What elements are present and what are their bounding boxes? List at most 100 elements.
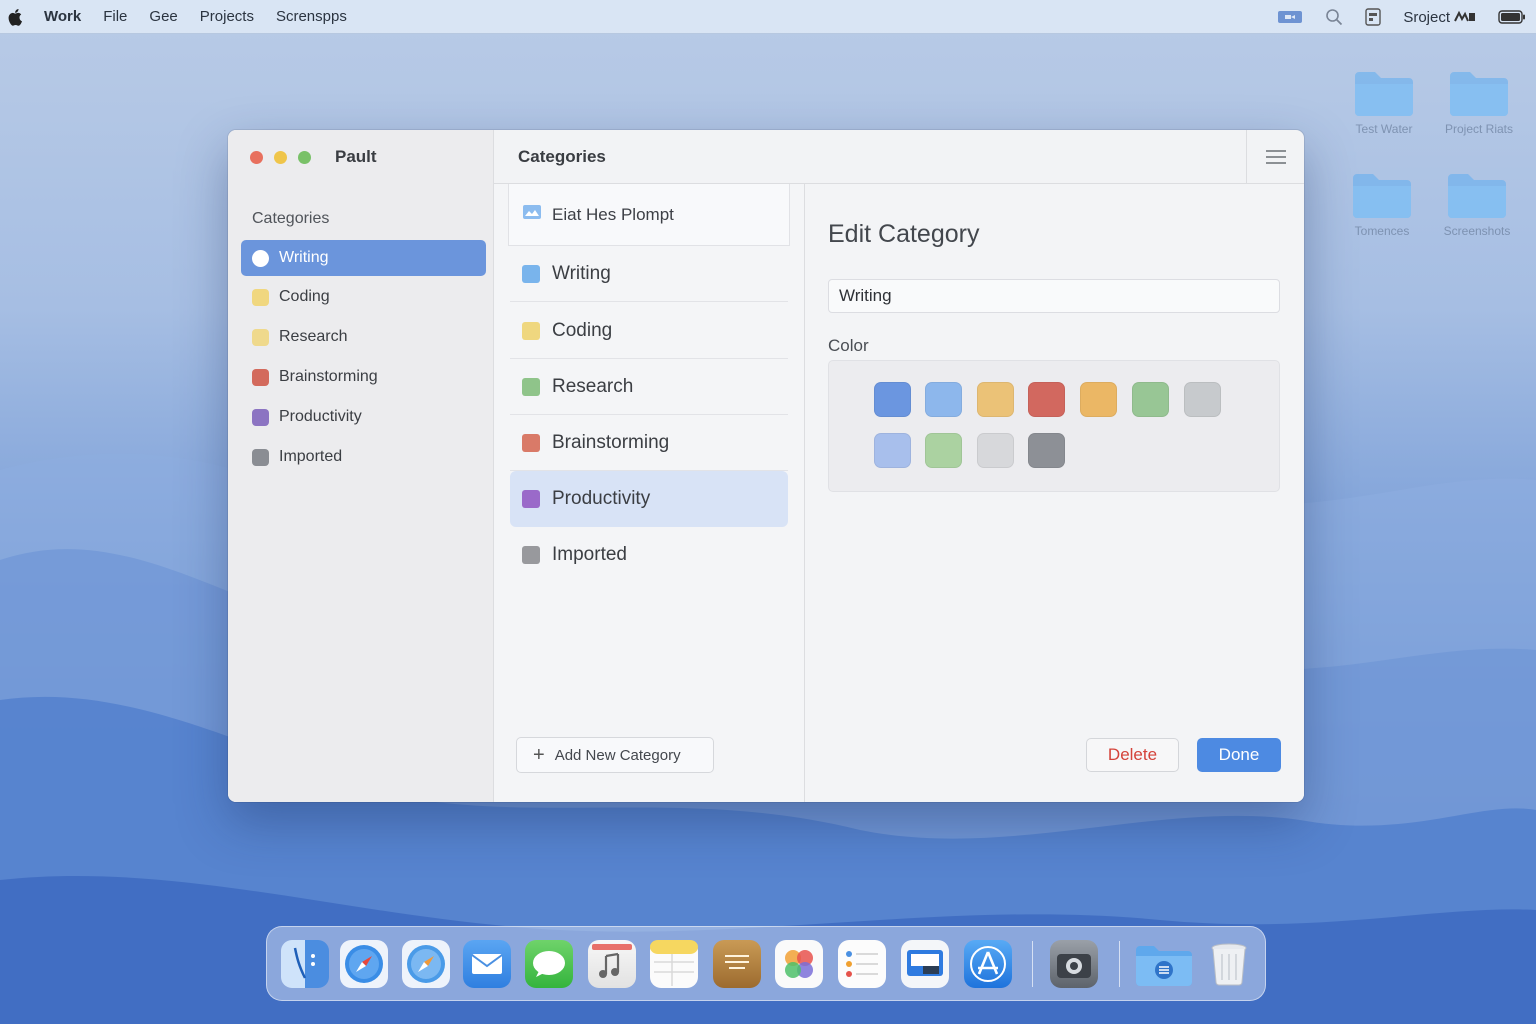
desktop-folder-label: Project Riats (1444, 122, 1514, 136)
desktop-folder-label: Screenshots (1443, 224, 1511, 238)
safari-icon[interactable] (340, 940, 388, 988)
add-button-label: Add New Category (554, 746, 681, 764)
sidebar-item-research[interactable]: Research (241, 319, 486, 355)
downloads-folder-icon[interactable] (1134, 940, 1192, 988)
trash-icon[interactable] (1205, 940, 1253, 988)
list-item-productivity[interactable]: Productivity (510, 471, 788, 527)
screenshot-icon[interactable] (1050, 940, 1098, 988)
category-color-dot (252, 249, 269, 267)
control-center-icon[interactable] (1365, 8, 1382, 26)
category-color-swatch (252, 328, 269, 346)
books-icon[interactable] (713, 940, 761, 988)
menu-work[interactable]: Work (44, 8, 81, 25)
reminders-icon[interactable] (838, 940, 886, 988)
browser-icon[interactable] (402, 940, 450, 988)
desktop-folder-label: Test Water (1355, 122, 1413, 136)
color-swatch[interactable] (977, 433, 1014, 468)
image-icon (522, 204, 542, 225)
desktop-folder-screenshots[interactable]: Screenshots (1429, 168, 1525, 238)
menu-screnspps[interactable]: Screnspps (276, 8, 347, 25)
status-icon[interactable] (1454, 10, 1476, 24)
category-color-swatch (522, 433, 540, 452)
list-item-label: Research (552, 375, 634, 397)
folder-icon (1355, 72, 1413, 116)
add-new-category-button[interactable]: + Add New Category (516, 737, 714, 773)
desktop-folder-test-water[interactable]: Test Water (1336, 66, 1432, 136)
close-button[interactable] (250, 151, 263, 164)
minimize-button[interactable] (274, 151, 287, 164)
color-swatch[interactable] (1080, 382, 1117, 417)
finder-icon[interactable] (281, 940, 329, 988)
color-swatch[interactable] (874, 382, 911, 417)
list-item-label: Coding (552, 319, 613, 341)
category-color-swatch (252, 288, 269, 306)
color-swatch[interactable] (1028, 382, 1065, 417)
titlebar-left: Pault (228, 130, 494, 184)
sidebar-item-label: Writing (279, 249, 329, 266)
color-swatch[interactable] (1028, 433, 1065, 468)
dock-separator (1032, 941, 1033, 987)
color-swatch[interactable] (925, 433, 962, 468)
category-color-swatch (522, 377, 540, 396)
battery-icon[interactable] (1498, 10, 1526, 24)
edit-category-title: Edit Category (828, 220, 980, 248)
list-item-imported[interactable]: Imported (510, 527, 788, 583)
category-list: Eiat Hes Plompt Writing Coding Research … (494, 184, 805, 802)
sidebar-heading: Categories (252, 210, 330, 227)
list-item-label: Writing (552, 262, 611, 284)
desktop-folder-project-riats[interactable]: Project Riats (1431, 66, 1527, 136)
hamburger-menu-button[interactable] (1246, 130, 1304, 184)
zoom-button[interactable] (298, 151, 311, 164)
list-item-label: Productivity (552, 488, 651, 509)
sidebar-item-label: Productivity (279, 408, 362, 425)
prompt-card[interactable]: Eiat Hes Plompt (508, 184, 790, 246)
window-titlebar: Pault Categories (228, 130, 1304, 184)
menu-right-label[interactable]: Sroject (1403, 9, 1450, 26)
sidebar-item-coding[interactable]: Coding (241, 279, 486, 315)
sidebar-item-label: Coding (279, 288, 330, 305)
color-swatch[interactable] (874, 433, 911, 468)
list-item-research[interactable]: Research (510, 359, 788, 415)
photos-icon[interactable] (775, 940, 823, 988)
screen-record-icon[interactable] (1277, 9, 1303, 25)
sidebar-item-writing[interactable]: Writing (241, 240, 486, 276)
color-swatch[interactable] (977, 382, 1014, 417)
preview-icon[interactable] (901, 940, 949, 988)
sidebar: Categories Writing Coding Research Brain… (228, 184, 494, 802)
messages-icon[interactable] (525, 940, 573, 988)
category-name-field[interactable]: Writing (828, 279, 1280, 313)
desktop-folder-label: Tomences (1354, 224, 1410, 238)
search-icon[interactable] (1325, 8, 1343, 26)
prompt-card-title: Eiat Hes Plompt (552, 204, 674, 224)
sidebar-item-label: Research (279, 328, 348, 345)
mail-icon[interactable] (463, 940, 511, 988)
desktop-folder-tomences[interactable]: Tomences (1334, 168, 1430, 238)
menu-bar: Work File Gee Projects Screnspps Sroject (0, 0, 1536, 34)
done-button[interactable]: Done (1197, 738, 1281, 772)
menu-gee[interactable]: Gee (149, 8, 177, 25)
category-color-swatch (522, 546, 540, 564)
sidebar-item-label: Brainstorming (279, 368, 378, 385)
folder-icon (1448, 174, 1506, 218)
category-color-swatch (252, 448, 269, 466)
edit-category-panel: Edit Category Writing Color Delete Done (805, 184, 1304, 802)
apple-icon[interactable] (8, 8, 24, 26)
notes-icon[interactable] (650, 940, 698, 988)
menu-projects[interactable]: Projects (200, 8, 254, 25)
music-icon[interactable] (588, 940, 636, 988)
color-swatch[interactable] (925, 382, 962, 417)
delete-button[interactable]: Delete (1086, 738, 1179, 772)
list-item-writing[interactable]: Writing (510, 246, 788, 302)
list-item-coding[interactable]: Coding (510, 303, 788, 359)
category-color-swatch (252, 368, 269, 386)
sidebar-item-imported[interactable]: Imported (241, 439, 486, 475)
list-item-brainstorming[interactable]: Brainstorming (510, 415, 788, 471)
menu-file[interactable]: File (103, 8, 127, 25)
window-title: Pault (335, 147, 377, 166)
category-color-swatch (522, 490, 540, 508)
sidebar-item-brainstorming[interactable]: Brainstorming (241, 359, 486, 395)
color-swatch[interactable] (1184, 382, 1221, 417)
app-store-icon[interactable] (964, 940, 1012, 988)
color-swatch[interactable] (1132, 382, 1169, 417)
sidebar-item-productivity[interactable]: Productivity (241, 399, 486, 435)
